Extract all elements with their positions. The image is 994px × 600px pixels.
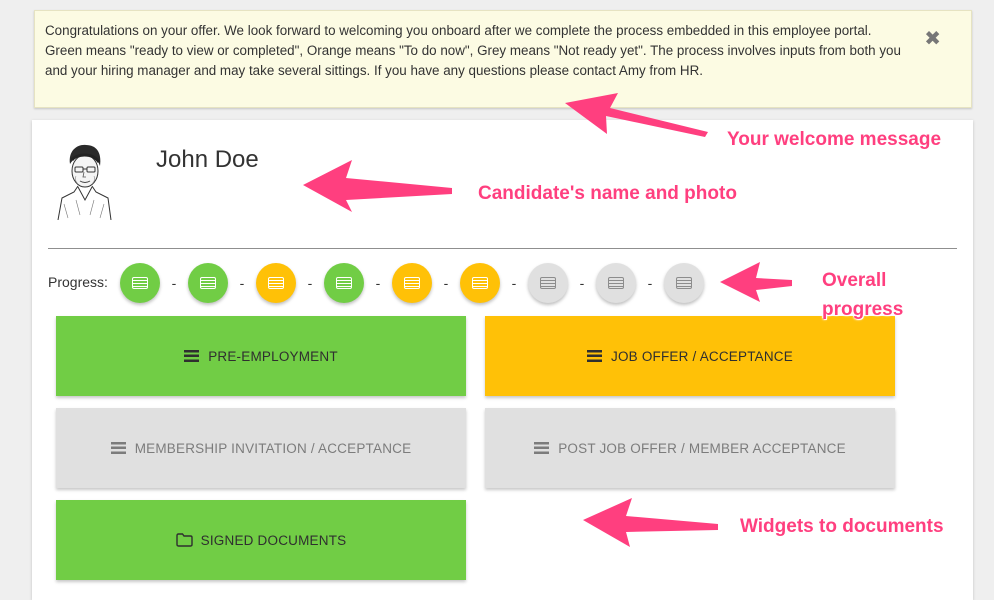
annotation-widgets: Widgets to documents <box>740 516 944 537</box>
annotation-candidate: Candidate's name and photo <box>478 183 737 204</box>
annotation-welcome: Your welcome message <box>727 129 942 150</box>
arrow-widgets <box>583 498 718 547</box>
annotation-overall-progress: Overall progress <box>822 270 904 320</box>
arrow-candidate <box>303 160 452 212</box>
arrow-progress <box>720 262 792 302</box>
arrow-welcome <box>565 93 708 137</box>
